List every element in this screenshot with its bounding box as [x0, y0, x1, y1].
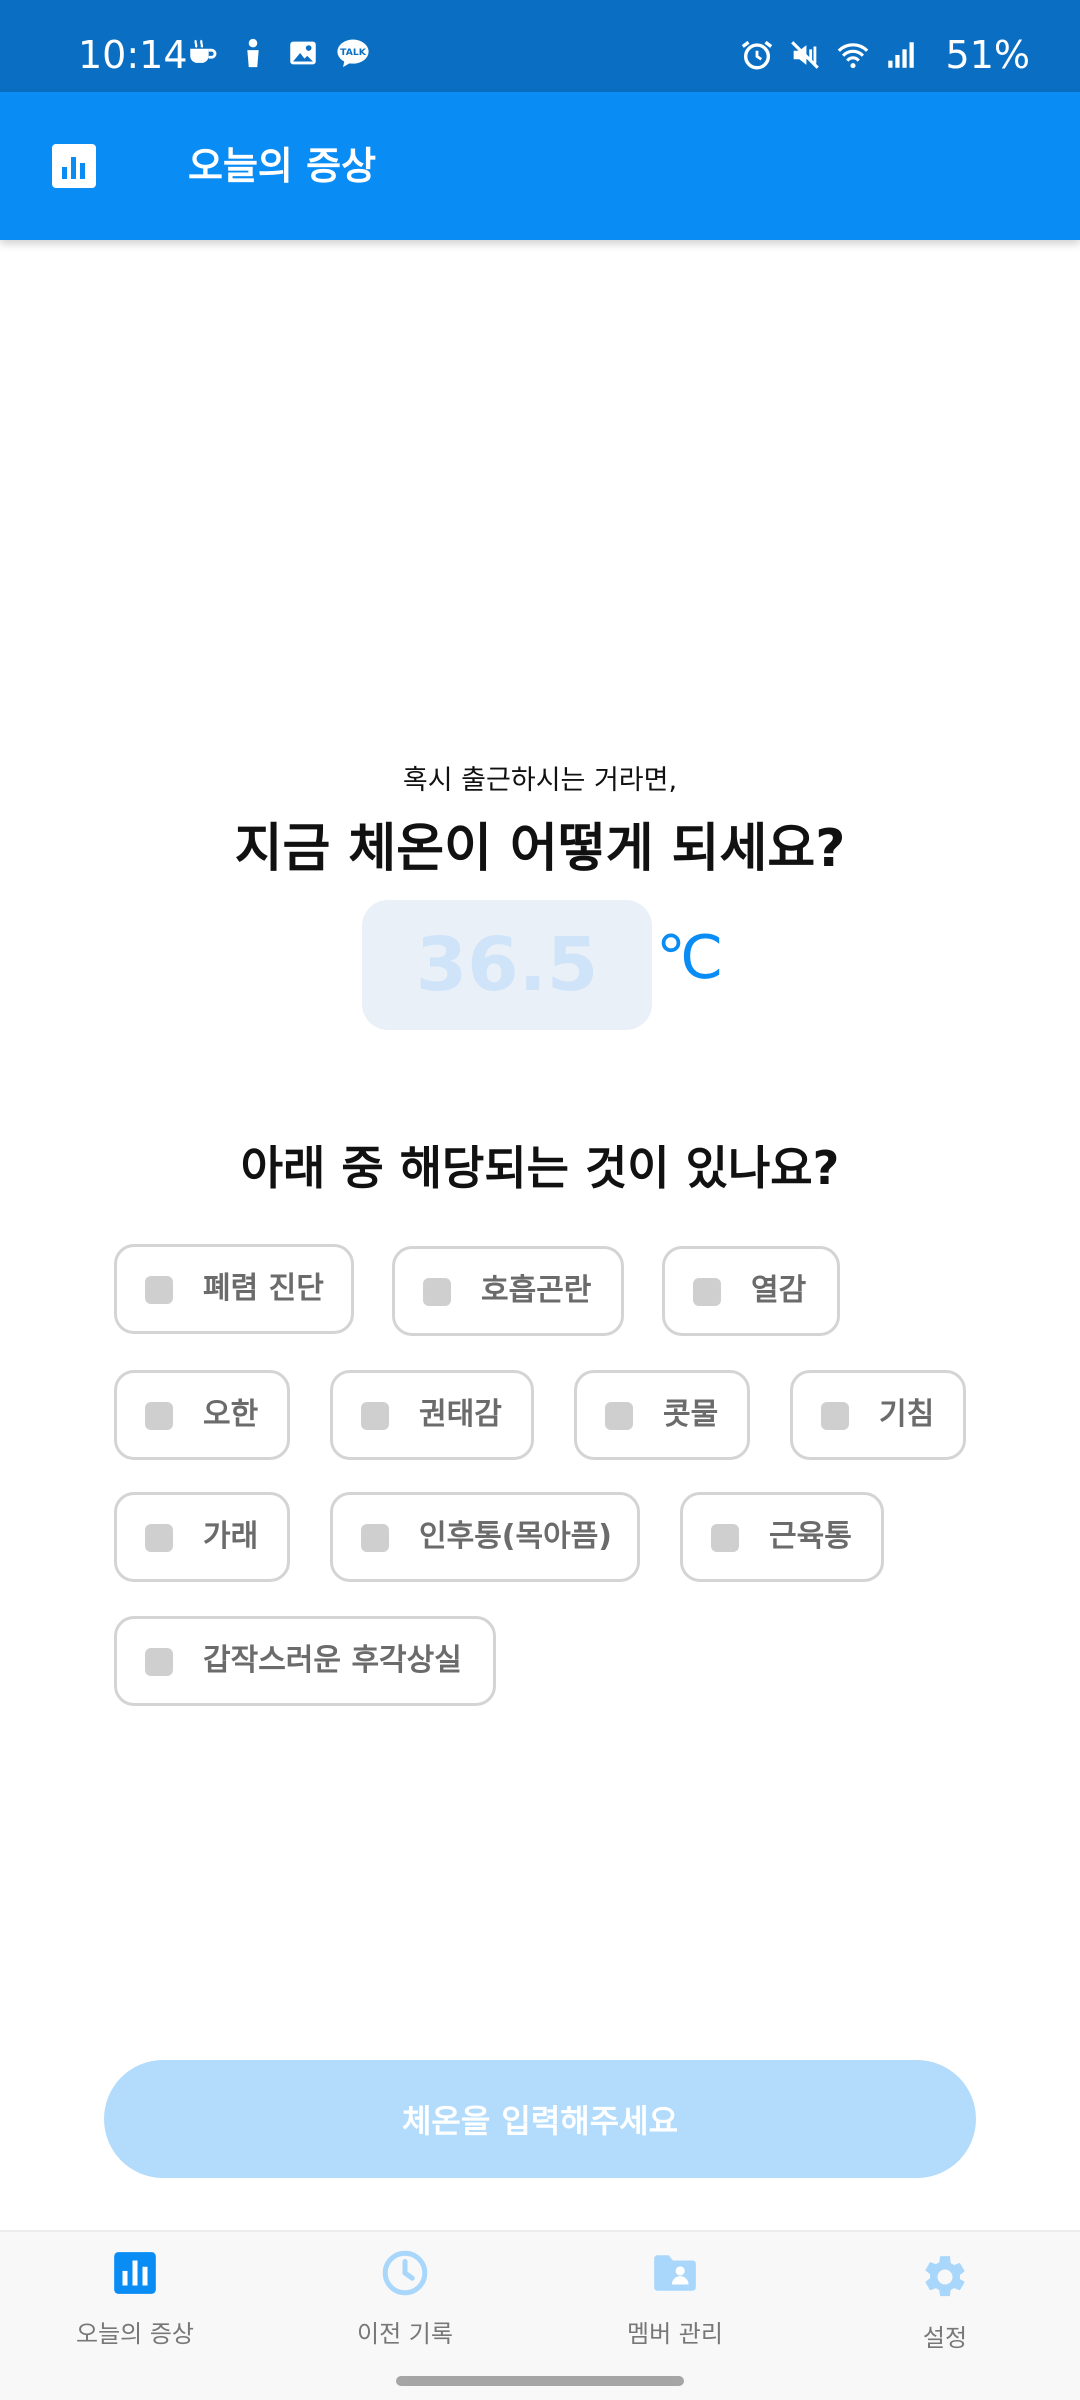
page-title: 오늘의 증상: [188, 144, 377, 188]
app-bar: 오늘의 증상: [0, 92, 1080, 240]
nav-label: 오늘의 증상: [75, 2320, 195, 2348]
submit-button[interactable]: 체온을 입력해주세요: [104, 2060, 976, 2178]
symptom-chip-runny-nose[interactable]: 콧물: [574, 1370, 750, 1460]
symptom-label: 가래: [203, 1519, 259, 1554]
checkbox[interactable]: [821, 1402, 849, 1430]
checkbox[interactable]: [145, 1524, 173, 1552]
checkbox[interactable]: [693, 1278, 721, 1306]
checkbox[interactable]: [361, 1402, 389, 1430]
status-bar: 10:14 TALK 51%: [0, 0, 1080, 92]
symptom-chip-phlegm[interactable]: 가래: [114, 1492, 290, 1582]
figure-icon: [247, 38, 259, 68]
symptom-chip-pneumonia[interactable]: 폐렴 진단: [114, 1244, 354, 1334]
nav-label: 설정: [922, 2324, 968, 2352]
symptom-chip-fever[interactable]: 열감: [662, 1246, 840, 1336]
checkbox[interactable]: [145, 1402, 173, 1430]
bottom-nav: 오늘의 증상 이전 기록 멤버 관리 설정: [0, 2230, 1080, 2354]
gear-icon: [925, 2256, 965, 2297]
temperature-input[interactable]: [362, 900, 652, 1030]
talk-icon: TALK: [337, 39, 369, 68]
symptom-chip-fatigue[interactable]: 권태감: [330, 1370, 534, 1460]
clock-icon: [382, 2250, 428, 2296]
symptom-chip-sore-throat[interactable]: 인후통(목아픔): [330, 1492, 640, 1582]
signal-icon: [887, 42, 914, 68]
screen: 10:14 TALK 51% 오늘의 증상 혹시 출근하시는 거라면, 지금 체…: [0, 0, 1080, 2400]
nav-item-history[interactable]: 이전 기록: [270, 2232, 540, 2356]
coffee-icon: [190, 39, 217, 63]
nav-item-members[interactable]: 멤버 관리: [540, 2232, 810, 2356]
symptom-label: 폐렴 진단: [203, 1271, 324, 1306]
checkbox[interactable]: [361, 1524, 389, 1552]
status-left-icons: TALK: [186, 36, 370, 70]
nav-item-settings[interactable]: 설정: [810, 2232, 1080, 2356]
status-time: 10:14: [78, 33, 188, 77]
symptom-question: 아래 중 해당되는 것이 있나요?: [240, 1141, 840, 1195]
symptom-chip-smell-loss[interactable]: 갑작스러운 후각상실: [114, 1616, 496, 1706]
status-right: 51%: [740, 36, 1030, 74]
symptom-label: 기침: [879, 1397, 935, 1432]
member-folder-icon: [654, 2255, 696, 2291]
symptom-label: 인후통(목아픔): [419, 1519, 613, 1554]
symptom-chip-muscle-pain[interactable]: 근육통: [680, 1492, 884, 1582]
symptom-label: 권태감: [419, 1397, 502, 1432]
symptom-label: 열감: [751, 1273, 807, 1308]
temperature-unit: ℃: [656, 923, 724, 993]
mute-icon: [790, 41, 819, 69]
home-gesture-bar[interactable]: [396, 2376, 684, 2386]
symptom-label: 호흡곤란: [481, 1273, 592, 1308]
talk-badge-text: TALK: [340, 47, 367, 58]
checkbox[interactable]: [145, 1276, 173, 1304]
checkbox[interactable]: [423, 1278, 451, 1306]
alarm-icon: [741, 40, 772, 70]
gesture-area: [0, 2354, 1080, 2400]
symptom-label: 근육통: [769, 1519, 852, 1554]
bar-chart-icon[interactable]: [52, 144, 96, 188]
nav-item-today-symptoms[interactable]: 오늘의 증상: [0, 2232, 270, 2356]
symptom-label: 콧물: [663, 1397, 719, 1432]
symptom-label: 오한: [203, 1397, 259, 1432]
symptom-chip-chills[interactable]: 오한: [114, 1370, 290, 1460]
symptom-chip-cough[interactable]: 기침: [790, 1370, 966, 1460]
headline: 지금 체온이 어떻게 되세요?: [234, 819, 846, 879]
symptom-label: 갑작스러운 후각상실: [203, 1643, 462, 1678]
symptom-chip-dyspnea[interactable]: 호흡곤란: [392, 1246, 624, 1336]
bar-chart-icon: [114, 2252, 156, 2294]
checkbox[interactable]: [711, 1524, 739, 1552]
subtitle: 혹시 출근하시는 거라면,: [402, 765, 678, 796]
wifi-icon: [837, 43, 868, 69]
checkbox[interactable]: [145, 1648, 173, 1676]
status-battery: 51%: [945, 33, 1030, 77]
nav-label: 이전 기록: [357, 2320, 453, 2348]
nav-label: 멤버 관리: [627, 2320, 723, 2348]
checkbox[interactable]: [605, 1402, 633, 1430]
image-icon: [290, 41, 316, 65]
